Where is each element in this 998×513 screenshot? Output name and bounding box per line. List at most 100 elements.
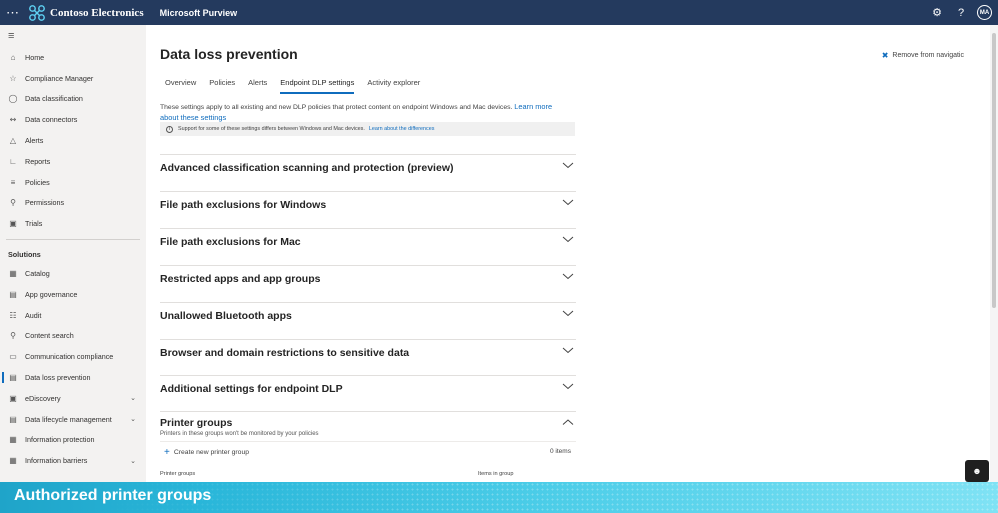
section-unallowed-bluetooth[interactable]: Unallowed Bluetooth apps — [160, 302, 576, 338]
nav-item-label: Trials — [25, 219, 43, 229]
nav-item-app-governance[interactable]: ▤ App governance — [0, 284, 146, 305]
section-file-path-mac[interactable]: File path exclusions for Mac — [160, 228, 576, 264]
nav-divider — [6, 239, 140, 241]
chevron-down-icon[interactable] — [562, 380, 574, 392]
top-bar: ⋯ Contoso Electronics Microsoft Purview … — [0, 0, 998, 25]
nav-item-content-search[interactable]: ⚲ Content search — [0, 326, 146, 347]
tab-alerts[interactable]: Alerts — [248, 78, 267, 94]
chevron-down-icon[interactable] — [562, 344, 574, 356]
section-restricted-apps[interactable]: Restricted apps and app groups — [160, 265, 576, 301]
app-name[interactable]: Microsoft Purview — [160, 8, 238, 18]
description-text: These settings apply to all existing and… — [160, 104, 513, 111]
nav-item-catalog[interactable]: ▦ Catalog — [0, 263, 146, 284]
nav-item-label: Compliance Manager — [25, 73, 94, 83]
policies-icon: ≡ — [10, 177, 16, 187]
scrollbar-thumb[interactable] — [992, 33, 996, 308]
info-text: Support for some of these settings diffe… — [178, 126, 365, 132]
chevron-down-icon[interactable] — [562, 196, 574, 208]
section-title: File path exclusions for Mac — [160, 236, 301, 248]
add-icon: + — [164, 447, 170, 458]
nav-item-data-connectors[interactable]: ↭ Data connectors — [0, 109, 146, 130]
remove-from-navigation-button[interactable]: ✖ Remove from navigatic — [882, 51, 964, 60]
main-content: Data loss prevention ✖ Remove from navig… — [146, 25, 990, 513]
feedback-icon[interactable]: ☻ — [965, 460, 989, 482]
avatar[interactable]: MA — [977, 5, 992, 20]
nav-item-information-barriers[interactable]: ▦ Information barriers ⌄ — [0, 450, 146, 471]
catalog-icon: ▦ — [9, 269, 17, 279]
nav-item-communication-compliance[interactable]: ▭ Communication compliance — [0, 346, 146, 367]
chevron-down-icon[interactable] — [562, 307, 574, 319]
nav-item-data-classification[interactable]: ◯ Data classification — [0, 89, 146, 110]
section-title: Browser and domain restrictions to sensi… — [160, 347, 410, 359]
nav-item-label: Alerts — [25, 136, 44, 146]
tab-activity-explorer[interactable]: Activity explorer — [367, 78, 420, 94]
section-browser-domain-restrictions[interactable]: Browser and domain restrictions to sensi… — [160, 339, 576, 375]
barrier-icon: ▦ — [9, 456, 17, 466]
chevron-down-icon[interactable]: ⌄ — [130, 415, 136, 423]
learn-differences-link[interactable]: Learn about the differences — [369, 126, 435, 132]
create-printer-group-button[interactable]: + Create new printer group — [164, 447, 249, 458]
items-count: 0 items — [550, 448, 571, 455]
nav-item-label: eDiscovery — [25, 393, 61, 403]
nav-item-trials[interactable]: ▣ Trials — [0, 213, 146, 234]
nav-item-label: Permissions — [25, 198, 65, 208]
caption-text: Authorized printer groups — [14, 487, 212, 504]
chevron-up-icon[interactable] — [562, 416, 574, 428]
column-header-printer-groups[interactable]: Printer groups — [160, 471, 195, 477]
nav-item-label: Data classification — [25, 94, 83, 104]
nav-item-data-lifecycle-management[interactable]: ▤ Data lifecycle management ⌄ — [0, 409, 146, 430]
contoso-logo — [29, 4, 45, 21]
app-icon: ▤ — [9, 289, 17, 299]
nav-item-ediscovery[interactable]: ▣ eDiscovery ⌄ — [0, 388, 146, 409]
chevron-down-icon[interactable] — [562, 270, 574, 282]
dlp-icon: ▤ — [9, 373, 17, 383]
section-advanced-classification[interactable]: Advanced classification scanning and pro… — [160, 154, 576, 190]
nav-item-alerts[interactable]: △ Alerts — [0, 130, 146, 151]
section-title: Advanced classification scanning and pro… — [160, 162, 454, 174]
tab-overview[interactable]: Overview — [165, 78, 196, 94]
home-icon: ⌂ — [10, 52, 16, 62]
section-printer-groups[interactable]: Printer groups — [160, 411, 576, 431]
lifecycle-icon: ▤ — [9, 414, 17, 424]
tab-bar: Overview Policies Alerts Endpoint DLP se… — [165, 78, 433, 94]
nav-item-label: Catalog — [25, 269, 50, 279]
nav-item-label: Data connectors — [25, 115, 78, 125]
warning-icon: △ — [9, 136, 17, 146]
chart-icon: ∟ — [9, 156, 17, 166]
section-title: Printer groups — [160, 417, 233, 429]
nav-item-label: Information barriers — [25, 456, 88, 466]
chevron-down-icon[interactable]: ⌄ — [130, 394, 136, 402]
org-name[interactable]: Contoso Electronics — [50, 7, 144, 19]
help-icon[interactable]: ? — [949, 0, 973, 25]
tab-endpoint-dlp-settings[interactable]: Endpoint DLP settings — [280, 78, 355, 94]
section-additional-settings[interactable]: Additional settings for endpoint DLP — [160, 375, 576, 410]
nav-item-reports[interactable]: ∟ Reports — [0, 151, 146, 172]
info-bar: i Support for some of these settings dif… — [160, 122, 575, 136]
hamburger-icon[interactable]: ≡ — [0, 25, 146, 47]
section-title: Unallowed Bluetooth apps — [160, 310, 292, 322]
settings-description: These settings apply to all existing and… — [160, 102, 562, 123]
waffle-icon[interactable]: ⋯ — [0, 0, 25, 25]
protection-icon: ▦ — [9, 435, 17, 445]
nav-item-information-protection[interactable]: ▦ Information protection — [0, 430, 146, 451]
nav-item-policies[interactable]: ≡ Policies — [0, 172, 146, 193]
chevron-down-icon[interactable] — [562, 233, 574, 245]
column-header-items-in-group[interactable]: Items in group — [478, 471, 513, 477]
section-file-path-windows[interactable]: File path exclusions for Windows — [160, 191, 576, 227]
tab-policies[interactable]: Policies — [209, 78, 235, 94]
nav-item-label: Information protection — [25, 435, 95, 445]
unpin-icon: ✖ — [881, 51, 889, 60]
nav-item-data-loss-prevention[interactable]: ▤ Data loss prevention — [0, 367, 146, 388]
chevron-down-icon[interactable] — [562, 159, 574, 171]
nav-item-label: Data lifecycle management — [25, 414, 112, 424]
nav-item-label: Data loss prevention — [25, 373, 91, 383]
nav-item-compliance-manager[interactable]: ☆ Compliance Manager — [0, 68, 146, 89]
nav-item-home[interactable]: ⌂ Home — [0, 47, 146, 68]
gear-icon[interactable]: ⚙ — [925, 0, 949, 25]
scrollbar[interactable] — [990, 25, 998, 513]
chevron-down-icon[interactable]: ⌄ — [130, 457, 136, 465]
nav-item-label: Audit — [25, 310, 42, 320]
nav-item-audit[interactable]: ☷ Audit — [0, 305, 146, 326]
nav-item-permissions[interactable]: ⚲ Permissions — [0, 193, 146, 214]
nav-item-label: Home — [25, 52, 45, 62]
